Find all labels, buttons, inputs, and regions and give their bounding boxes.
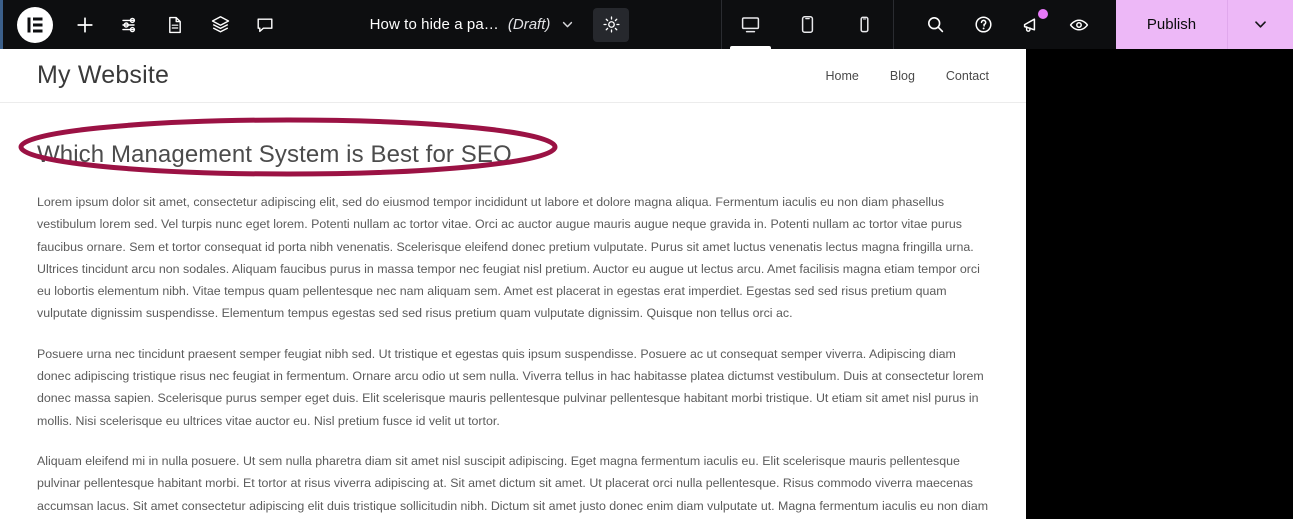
help-question-icon[interactable] [970, 12, 996, 38]
publish-group: Publish [1116, 0, 1293, 49]
search-icon[interactable] [922, 12, 948, 38]
device-preview-switcher [721, 0, 894, 49]
gear-icon[interactable] [593, 7, 630, 42]
topbar-right-tools [894, 0, 1116, 49]
chevron-down-icon[interactable] [560, 17, 575, 32]
publish-options-chevron-down-icon[interactable] [1228, 0, 1293, 49]
post-content: Which Management System is Best for SEO … [0, 103, 1026, 519]
document-title-area: How to hide a pa… (Draft) [278, 0, 721, 49]
page-preview-canvas[interactable]: My Website Home Blog Contact Which Manag… [0, 49, 1026, 519]
nav-link-home[interactable]: Home [826, 69, 859, 83]
comment-bubble-icon[interactable] [252, 12, 278, 38]
page-document-icon[interactable] [162, 12, 188, 38]
megaphone-icon[interactable] [1018, 8, 1048, 38]
mobile-icon[interactable] [836, 0, 893, 49]
document-status-badge: (Draft) [507, 16, 551, 33]
elementor-logo-icon[interactable] [17, 6, 53, 43]
document-title: How to hide a pa… [369, 16, 499, 33]
desktop-icon[interactable] [722, 0, 779, 49]
site-settings-sliders-icon[interactable] [117, 12, 143, 38]
nav-link-contact[interactable]: Contact [946, 69, 989, 83]
eye-preview-icon[interactable] [1066, 12, 1092, 38]
page-title[interactable]: Which Management System is Best for SEO [37, 141, 989, 169]
site-nav: Home Blog Contact [826, 69, 989, 83]
post-paragraph[interactable]: Aliquam eleifend mi in nulla posuere. Ut… [37, 450, 989, 519]
layers-structure-icon[interactable] [207, 12, 233, 38]
post-paragraph[interactable]: Posuere urna nec tincidunt praesent semp… [37, 343, 989, 432]
add-element-icon[interactable] [72, 12, 98, 38]
notification-dot [1038, 8, 1048, 19]
nav-link-blog[interactable]: Blog [890, 69, 915, 83]
post-paragraph[interactable]: Lorem ipsum dolor sit amet, consectetur … [37, 191, 989, 325]
editor-topbar: How to hide a pa… (Draft) Publish [0, 0, 1293, 49]
site-header: My Website Home Blog Contact [0, 49, 1026, 103]
topbar-left-tools [3, 0, 278, 49]
site-title: My Website [37, 61, 170, 89]
tablet-icon[interactable] [779, 0, 836, 49]
publish-button[interactable]: Publish [1116, 0, 1228, 49]
